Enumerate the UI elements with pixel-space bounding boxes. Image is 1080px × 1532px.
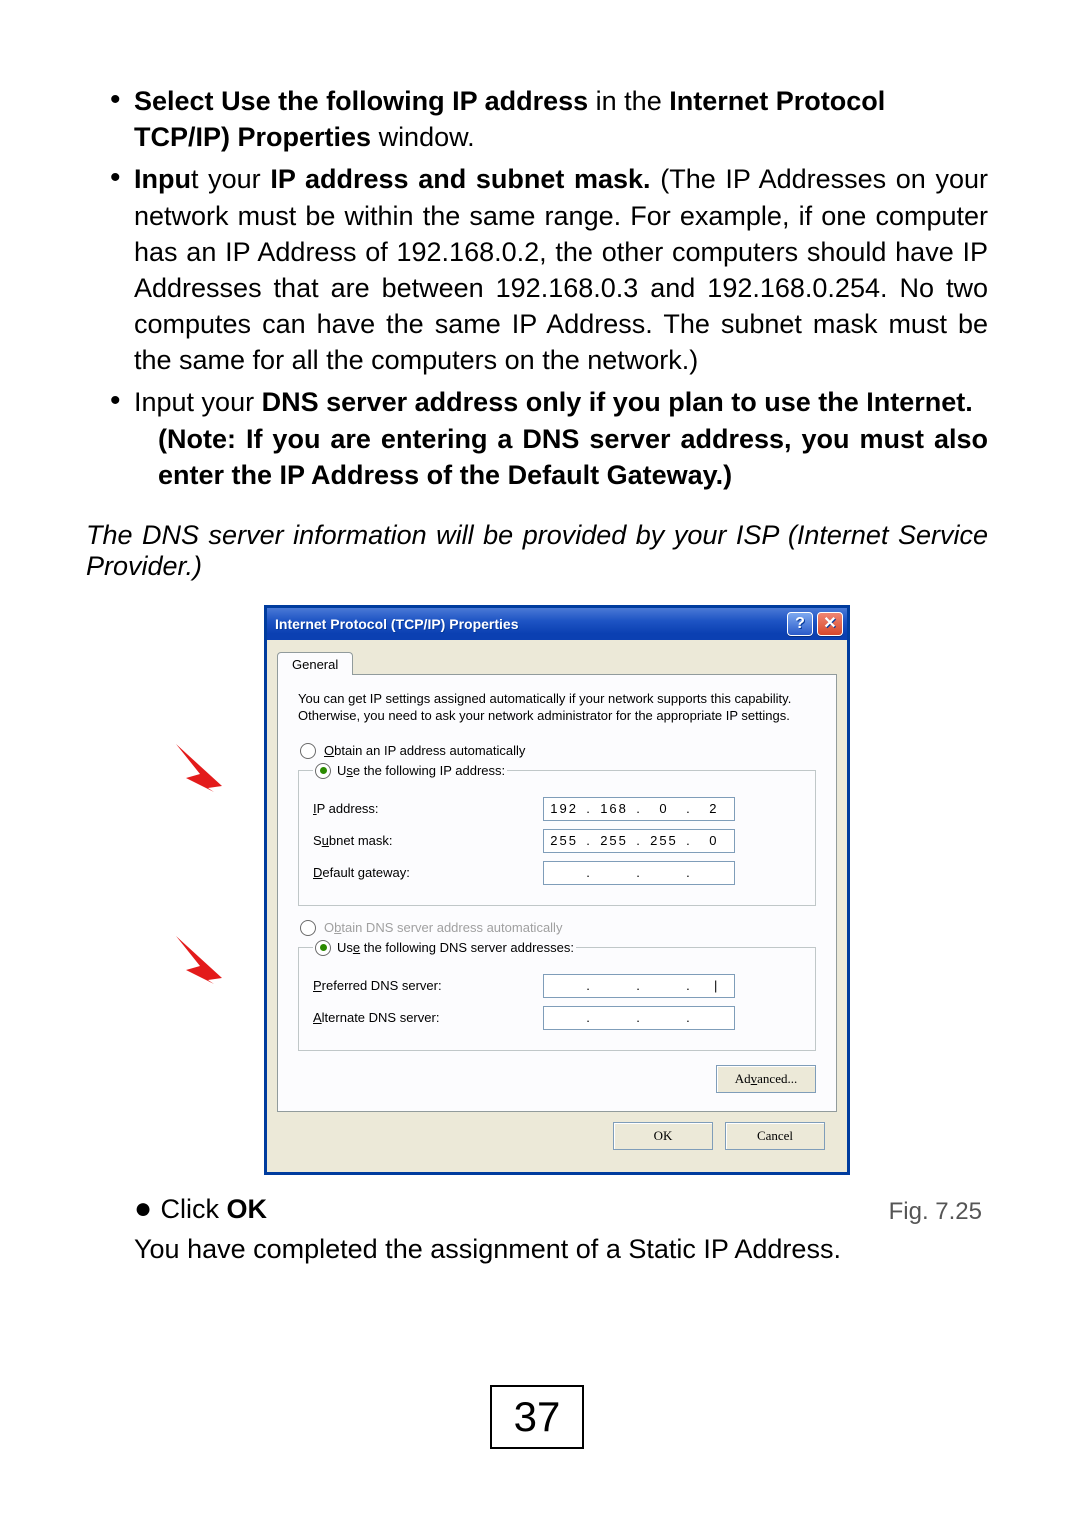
instruction-2: Input your IP address and subnet mask. (… [110, 161, 988, 378]
radio-icon [300, 920, 316, 936]
instruction-1: Select Use the following IP address in t… [110, 83, 988, 155]
completion-text: You have completed the assignment of a S… [86, 1234, 988, 1265]
tcpip-properties-dialog: Internet Protocol (TCP/IP) Properties ? … [265, 606, 849, 1174]
input-alternate-dns[interactable]: . . . [543, 1006, 735, 1030]
radio-label: Obtain an IP address automatically [324, 743, 525, 758]
instruction-3: Input your DNS server address only if yo… [110, 384, 988, 493]
help-button[interactable]: ? [787, 612, 813, 636]
input-subnet-mask[interactable]: 255. 255. 255. 0 [543, 829, 735, 853]
label-default-gateway: Default gateway: [313, 865, 543, 880]
radio-label: Use the following IP address: [337, 763, 505, 778]
radio-label: Obtain DNS server address automatically [324, 920, 562, 935]
radio-icon [315, 763, 331, 779]
explanation-text: You can get IP settings assigned automat… [298, 691, 816, 725]
label-preferred-dns: Preferred DNS server: [313, 978, 543, 993]
input-ip-address[interactable]: 192. 168. 0. 2 [543, 797, 735, 821]
help-icon: ? [795, 616, 805, 632]
group-static-ip: Use the following IP address: IP address… [298, 763, 816, 906]
input-preferred-dns[interactable]: . . . | [543, 974, 735, 998]
titlebar: Internet Protocol (TCP/IP) Properties ? … [267, 608, 847, 640]
label-subnet-mask: Subnet mask: [313, 833, 543, 848]
radio-icon [315, 940, 331, 956]
figure-caption: Fig. 7.25 [889, 1198, 982, 1226]
group-static-dns: Use the following DNS server addresses: … [298, 940, 816, 1051]
radio-label: Use the following DNS server addresses: [337, 940, 574, 955]
annotation-arrow-icon [172, 742, 226, 792]
close-button[interactable]: ✕ [817, 612, 843, 636]
instruction-3-note: (Note: If you are entering a DNS server … [134, 421, 988, 493]
label-alternate-dns: Alternate DNS server: [313, 1010, 543, 1025]
radio-obtain-dns-auto: Obtain DNS server address automatically [300, 920, 816, 936]
annotation-arrow-icon [172, 934, 226, 984]
input-default-gateway[interactable]: . . . [543, 861, 735, 885]
isp-note: The DNS server information will be provi… [86, 520, 988, 582]
cancel-button[interactable]: Cancel [725, 1122, 825, 1150]
radio-icon [300, 743, 316, 759]
tabstrip: General [277, 646, 837, 675]
instruction-list: Select Use the following IP address in t… [86, 83, 988, 493]
page-number: 37 [86, 1385, 988, 1449]
tab-general[interactable]: General [277, 652, 353, 675]
radio-use-following-dns[interactable]: Use the following DNS server addresses: [315, 940, 574, 956]
tab-panel-general: You can get IP settings assigned automat… [277, 675, 837, 1112]
ok-button[interactable]: OK [613, 1122, 713, 1150]
radio-use-following-ip[interactable]: Use the following IP address: [315, 763, 505, 779]
instruction-click-ok: ● Click OK [86, 1192, 267, 1226]
radio-obtain-ip-auto[interactable]: Obtain an IP address automatically [300, 743, 816, 759]
label-ip-address: IP address: [313, 801, 543, 816]
advanced-button[interactable]: Advanced... [716, 1065, 816, 1093]
close-icon: ✕ [823, 616, 836, 632]
window-title: Internet Protocol (TCP/IP) Properties [275, 616, 783, 632]
